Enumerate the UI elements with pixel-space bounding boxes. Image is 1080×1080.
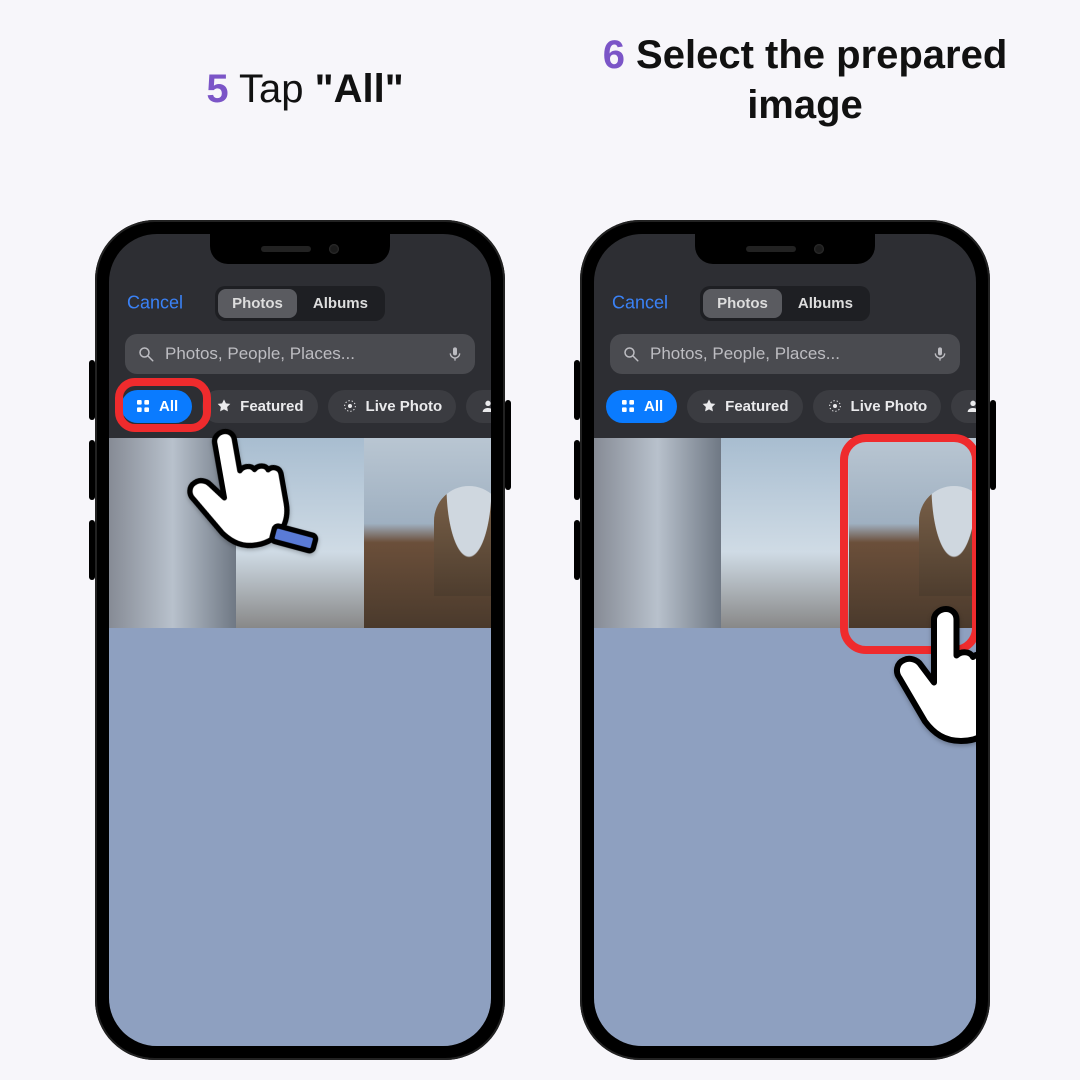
photo-thumbnail[interactable] (721, 438, 848, 628)
step-5-number: 5 (206, 67, 228, 111)
picker-header: Cancel Photos Albums (109, 282, 491, 324)
segmented-control: Photos Albums (700, 286, 870, 321)
chip-live-photo[interactable]: Live Photo (328, 390, 457, 423)
filter-chips-row: All Featured Live Photo Peop (606, 386, 976, 426)
chip-live-label: Live Photo (366, 398, 443, 415)
chip-live-label: Live Photo (851, 398, 928, 415)
tap-hand-icon (874, 582, 976, 762)
person-icon (480, 398, 491, 414)
search-placeholder: Photos, People, Places... (165, 344, 437, 364)
step-5-quote-open: " (315, 67, 334, 111)
phone-step-6: Cancel Photos Albums Photos, People, Pla… (580, 220, 990, 1060)
step-6-text: Select the prepared image (625, 33, 1007, 127)
chip-all[interactable]: All (606, 390, 677, 423)
grid-icon (620, 398, 636, 414)
step-5-quote-close: " (385, 67, 404, 111)
photo-thumbnail[interactable] (364, 438, 491, 628)
person-icon (965, 398, 976, 414)
seg-photos[interactable]: Photos (703, 289, 782, 318)
step-5-pre: Tap (229, 67, 315, 111)
phone-step-5: Cancel Photos Albums Photos, People, Pla… (95, 220, 505, 1060)
chip-featured-label: Featured (725, 398, 788, 415)
seg-albums[interactable]: Albums (299, 289, 382, 318)
star-icon (701, 398, 717, 414)
microphone-icon[interactable] (447, 344, 463, 364)
segmented-control: Photos Albums (215, 286, 385, 321)
chip-people[interactable]: Peop (466, 390, 491, 423)
tap-hand-icon (156, 391, 341, 576)
phone-notch (210, 234, 390, 264)
cancel-button[interactable]: Cancel (127, 293, 183, 314)
chip-all-label: All (644, 398, 663, 415)
picker-header: Cancel Photos Albums (594, 282, 976, 324)
search-icon (137, 345, 155, 363)
grid-empty-area (109, 628, 491, 1046)
search-icon (622, 345, 640, 363)
step-6-title: 6 Select the prepared image (590, 30, 1020, 130)
seg-photos[interactable]: Photos (218, 289, 297, 318)
chip-all-label: All (159, 398, 178, 415)
grid-icon (135, 398, 151, 414)
cancel-button[interactable]: Cancel (612, 293, 668, 314)
chip-live-photo[interactable]: Live Photo (813, 390, 942, 423)
step-5-bold: All (334, 67, 385, 111)
chip-people[interactable]: Peop (951, 390, 976, 423)
step-6-number: 6 (603, 33, 625, 77)
chip-featured[interactable]: Featured (687, 390, 802, 423)
live-photo-icon (342, 398, 358, 414)
phone-screen: Cancel Photos Albums Photos, People, Pla… (594, 234, 976, 1046)
search-placeholder: Photos, People, Places... (650, 344, 922, 364)
live-photo-icon (827, 398, 843, 414)
phone-notch (695, 234, 875, 264)
microphone-icon[interactable] (932, 344, 948, 364)
seg-albums[interactable]: Albums (784, 289, 867, 318)
search-input[interactable]: Photos, People, Places... (610, 334, 960, 374)
photo-thumbnail[interactable] (594, 438, 721, 628)
search-input[interactable]: Photos, People, Places... (125, 334, 475, 374)
phone-screen: Cancel Photos Albums Photos, People, Pla… (109, 234, 491, 1046)
step-5-title: 5 Tap "All" (175, 64, 435, 114)
